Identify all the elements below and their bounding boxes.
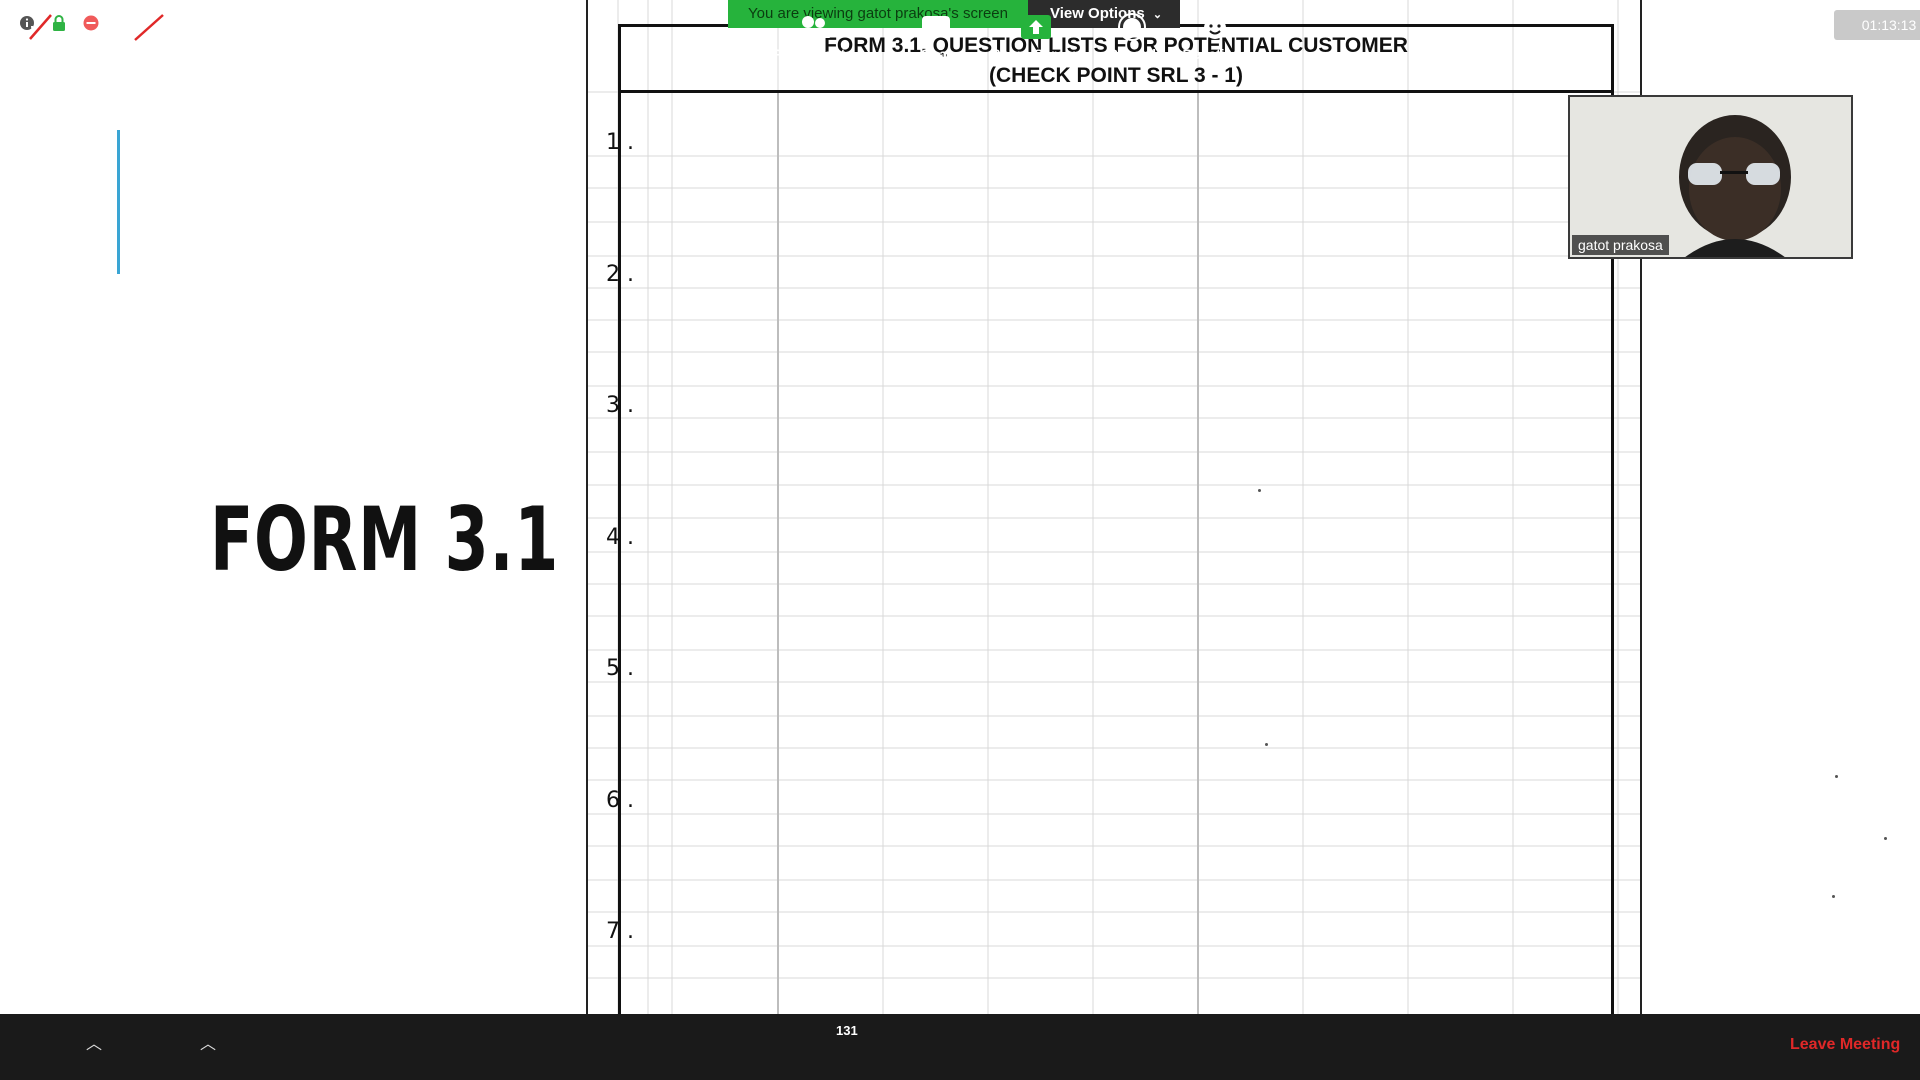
presenter-video-tile[interactable]: gatot prakosa [1568, 95, 1853, 259]
stray-dot [1832, 895, 1835, 898]
question-number-1: 1 . [606, 130, 634, 155]
video-off-icon [131, 10, 167, 44]
question-number-4: 4 . [606, 525, 634, 550]
record-icon [1117, 10, 1147, 44]
audio-options-caret-icon[interactable]: ︿ [86, 1030, 102, 1054]
record-label: Record [1107, 46, 1157, 62]
muted-microphone-icon [25, 10, 55, 44]
form-border: FORM 3.1. QUESTION LISTS FOR POTENTIAL C… [618, 24, 1614, 1014]
slide-title: FORM 3.1 [210, 488, 560, 591]
question-number-5: 5 . [606, 656, 634, 681]
unmute-label: Unmute [13, 46, 67, 62]
reactions-icon [1200, 10, 1232, 44]
question-number-6: 6 . [606, 788, 634, 813]
start-video-label: Start Video [112, 46, 186, 62]
reactions-label: Reactions [1182, 46, 1250, 62]
stray-dot [1835, 775, 1838, 778]
question-number-7: 7 . [606, 919, 634, 944]
share-screen-icon [1019, 10, 1053, 44]
meeting-timer: 01:13:13 [1834, 10, 1920, 40]
slide-accent-bar [117, 130, 120, 274]
stray-dot [1265, 743, 1268, 746]
chat-icon [920, 10, 952, 44]
video-options-caret-icon[interactable]: ︿ [200, 1030, 216, 1054]
question-number-3: 3 . [606, 393, 634, 418]
question-number-2: 2 . [606, 262, 634, 287]
participant-count: 131 [836, 1023, 858, 1038]
unmute-button[interactable]: Unmute [8, 0, 72, 66]
stray-dot [1884, 837, 1887, 840]
chat-label: Chat [920, 46, 952, 62]
meeting-toolbar [0, 1014, 1920, 1080]
presenter-name-label: gatot prakosa [1572, 235, 1669, 255]
record-button[interactable]: Record [1102, 0, 1162, 66]
shared-spreadsheet: FORM 3.1. QUESTION LISTS FOR POTENTIAL C… [586, 0, 1642, 1014]
participants-button[interactable]: Participants [768, 0, 858, 66]
leave-meeting-button[interactable]: Leave Meeting [1790, 1036, 1900, 1054]
participants-icon [795, 10, 831, 44]
share-screen-button[interactable]: Share Screen [986, 0, 1086, 66]
participants-label: Participants [772, 46, 854, 62]
share-screen-label: Share Screen [991, 46, 1081, 62]
stray-dot [1258, 489, 1261, 492]
recording-status-icon[interactable] [82, 14, 100, 32]
reactions-button[interactable]: Reactions [1180, 0, 1252, 66]
start-video-button[interactable]: Start Video [106, 0, 192, 66]
chat-button[interactable]: Chat [906, 0, 966, 66]
